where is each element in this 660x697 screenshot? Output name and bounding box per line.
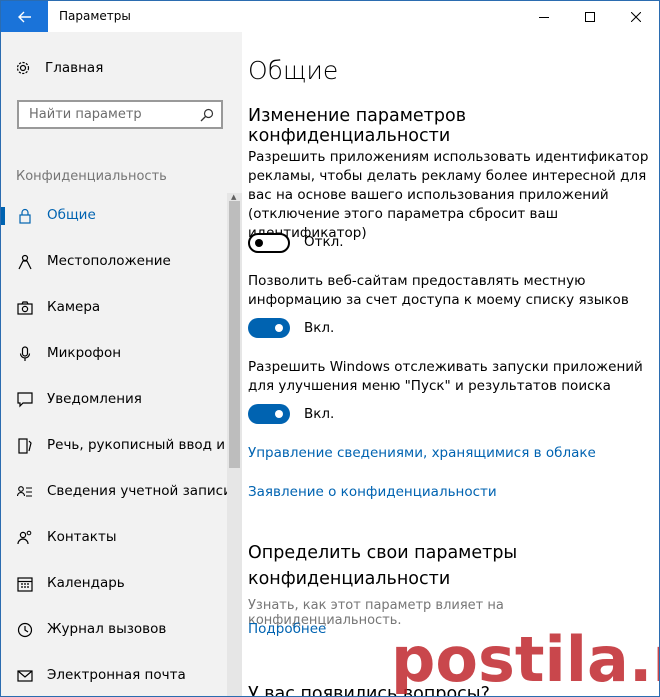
search-placeholder: Найти параметр bbox=[29, 107, 142, 122]
sidebar-item-notifications[interactable]: Уведомления bbox=[1, 382, 227, 418]
sidebar-section-title: Конфиденциальность bbox=[16, 169, 167, 184]
sidebar-item-label: Электронная почта bbox=[47, 667, 186, 683]
sidebar-item-label: Местоположение bbox=[47, 253, 171, 269]
maximize-button[interactable] bbox=[567, 1, 613, 32]
advertising-id-toggle[interactable] bbox=[248, 233, 290, 253]
location-person-icon bbox=[16, 253, 34, 271]
learn-more-link[interactable]: Подробнее bbox=[248, 621, 326, 637]
setting-description: Разрешить приложениям использовать идент… bbox=[248, 149, 649, 241]
microphone-icon bbox=[16, 345, 34, 363]
minimize-icon bbox=[539, 16, 549, 18]
sidebar-item-speech[interactable]: Речь, рукописный ввод и в bbox=[1, 428, 227, 464]
toggle-state-label: Вкл. bbox=[304, 320, 335, 336]
privacy-statement-link[interactable]: Заявление о конфиденциальности bbox=[248, 484, 497, 500]
title-bar: Параметры bbox=[1, 1, 659, 32]
toggle-state-label: Откл. bbox=[304, 234, 344, 250]
watermark-logo: postila.ru bbox=[391, 623, 660, 696]
sidebar-item-calendar[interactable]: Календарь bbox=[1, 566, 227, 602]
sidebar-scrollbar[interactable]: ▲ bbox=[227, 193, 242, 696]
close-button[interactable] bbox=[613, 1, 659, 32]
sidebar-item-call-history[interactable]: Журнал вызовов bbox=[1, 612, 227, 648]
toggle-knob bbox=[275, 410, 283, 418]
sidebar-item-label: Контакты bbox=[47, 529, 117, 545]
camera-icon bbox=[16, 299, 34, 317]
toggle-state-label: Вкл. bbox=[304, 406, 335, 422]
watermark-text: postila.ru bbox=[391, 623, 660, 696]
main-content: Общие Изменение параметров конфиденциаль… bbox=[248, 32, 659, 696]
sidebar-item-label: Камера bbox=[47, 299, 101, 315]
mail-icon bbox=[16, 667, 34, 685]
app-launch-tracking-toggle[interactable] bbox=[248, 404, 290, 424]
sidebar-item-microphone[interactable]: Микрофон bbox=[1, 336, 227, 372]
page-title: Общие bbox=[248, 56, 339, 85]
minimize-button[interactable] bbox=[521, 1, 567, 32]
window-title: Параметры bbox=[59, 9, 131, 23]
toggle-knob bbox=[255, 239, 263, 247]
settings-window: Параметры Главная Найти параметр Конфиде bbox=[0, 0, 660, 697]
call-history-icon bbox=[16, 621, 34, 639]
toggle-knob bbox=[275, 324, 283, 332]
sidebar-item-label: Речь, рукописный ввод и в bbox=[47, 437, 227, 453]
gear-icon bbox=[16, 61, 30, 75]
maximize-icon bbox=[585, 11, 595, 22]
sidebar-item-label: Журнал вызовов bbox=[47, 621, 167, 637]
home-nav-item[interactable]: Главная bbox=[15, 60, 103, 76]
account-info-icon bbox=[16, 483, 34, 501]
search-icon[interactable] bbox=[200, 108, 214, 122]
sidebar-item-location[interactable]: Местоположение bbox=[1, 244, 227, 280]
sidebar-item-label: Уведомления bbox=[47, 391, 142, 407]
sidebar-item-label: Общие bbox=[47, 207, 96, 223]
section-title: Изменение параметров конфиденциальности bbox=[248, 106, 467, 146]
sidebar-item-label: Календарь bbox=[47, 575, 125, 591]
back-button[interactable] bbox=[1, 1, 48, 32]
sidebar-item-label: Сведения учетной записи bbox=[47, 483, 227, 499]
sidebar-item-contacts[interactable]: Контакты bbox=[1, 520, 227, 556]
lock-icon bbox=[16, 207, 34, 225]
setting-description: Разрешить Windows отслеживать запуски пр… bbox=[248, 359, 643, 394]
sidebar-item-label: Микрофон bbox=[47, 345, 122, 361]
back-arrow-icon bbox=[17, 11, 31, 22]
section2-title: Определить свои параметры конфиденциальн… bbox=[248, 543, 518, 589]
sidebar-item-camera[interactable]: Камера bbox=[1, 290, 227, 326]
calendar-icon bbox=[16, 575, 34, 593]
home-label: Главная bbox=[45, 60, 104, 76]
contacts-icon bbox=[16, 529, 34, 547]
setting-description: Позволить веб-сайтам предоставлять местн… bbox=[248, 273, 629, 308]
search-input[interactable]: Найти параметр bbox=[17, 100, 223, 129]
language-list-toggle[interactable] bbox=[248, 318, 290, 338]
speech-icon bbox=[16, 437, 34, 455]
selection-indicator bbox=[1, 207, 5, 225]
scroll-up-icon[interactable]: ▲ bbox=[231, 193, 236, 201]
sidebar-item-email[interactable]: Электронная почта bbox=[1, 658, 227, 694]
close-icon bbox=[631, 11, 641, 22]
sidebar-item-account-info[interactable]: Сведения учетной записи bbox=[1, 474, 227, 510]
scrollbar-thumb[interactable] bbox=[229, 201, 240, 468]
cloud-info-link[interactable]: Управление сведениями, хранящимися в обл… bbox=[248, 445, 596, 461]
sidebar: Главная Найти параметр Конфиденциальност… bbox=[1, 32, 242, 696]
sidebar-item-general[interactable]: Общие bbox=[1, 198, 227, 234]
notification-icon bbox=[16, 391, 34, 409]
